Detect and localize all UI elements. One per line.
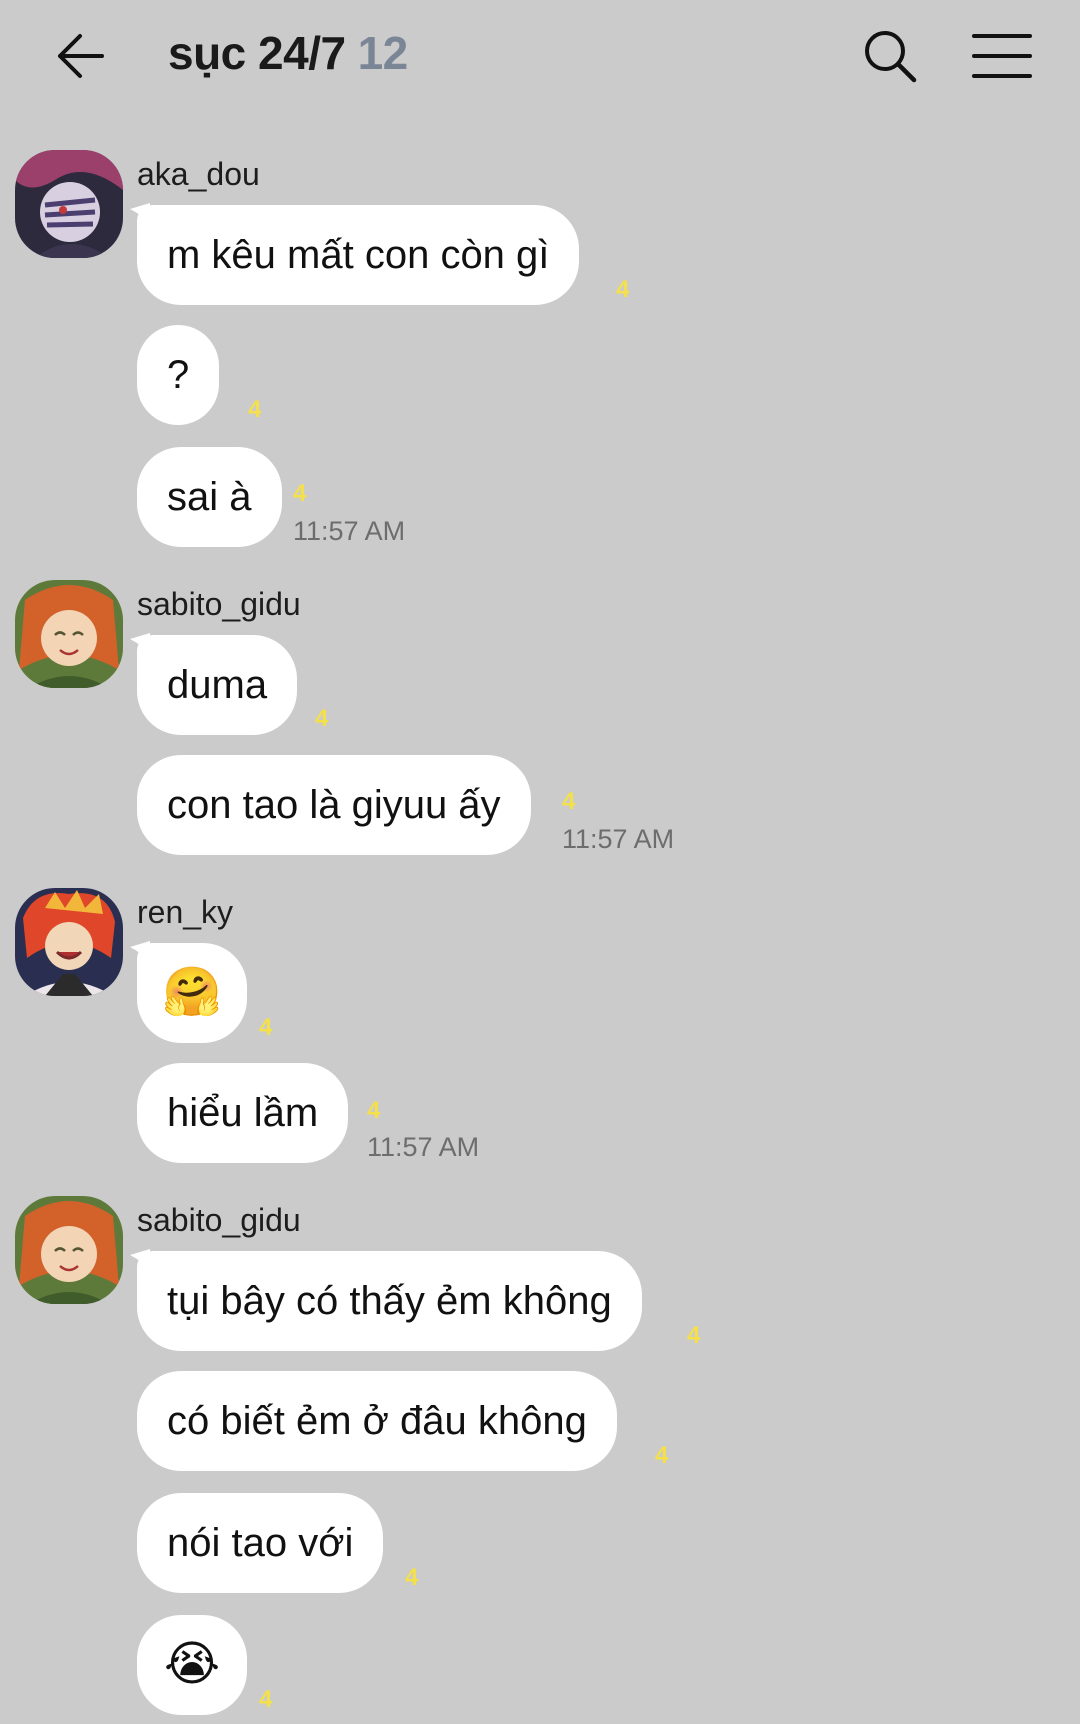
unread-count: 4 bbox=[248, 396, 262, 423]
member-count: 12 bbox=[357, 27, 409, 79]
menu-icon bbox=[972, 34, 1032, 78]
message-bubble[interactable]: có biết ẻm ở đâu không bbox=[137, 1371, 617, 1471]
sender-name: sabito_gidu bbox=[137, 1202, 301, 1238]
message-bubble[interactable]: m kêu mất con còn gì bbox=[137, 205, 580, 305]
search-icon bbox=[865, 31, 917, 83]
search-button[interactable] bbox=[860, 26, 920, 86]
message-time: 11:57 AM bbox=[562, 824, 675, 854]
message-bubble[interactable]: duma bbox=[137, 635, 298, 735]
message-bubble[interactable]: ? bbox=[137, 325, 220, 425]
chat-title: sục 24/7 12 bbox=[168, 26, 408, 80]
message-bubble[interactable]: 🤗 bbox=[137, 943, 247, 1043]
unread-count: 4 bbox=[687, 1322, 701, 1349]
chat-name: sục 24/7 bbox=[168, 27, 346, 79]
message-bubble[interactable]: sai à bbox=[137, 447, 282, 547]
avatar[interactable] bbox=[15, 888, 123, 996]
avatar-image bbox=[15, 150, 123, 258]
unread-count: 4 bbox=[293, 480, 307, 507]
avatar[interactable] bbox=[15, 580, 123, 688]
avatar-image bbox=[15, 1196, 123, 1304]
unread-count: 4 bbox=[315, 705, 329, 732]
sender-name: aka_dou bbox=[137, 156, 260, 192]
unread-count: 4 bbox=[259, 1014, 273, 1041]
unread-count: 4 bbox=[259, 1686, 273, 1713]
avatar-image bbox=[15, 888, 123, 996]
sender-name: ren_ky bbox=[137, 894, 234, 930]
sender-name: sabito_gidu bbox=[137, 586, 301, 622]
avatar[interactable] bbox=[15, 1196, 123, 1304]
unread-count: 4 bbox=[655, 1442, 669, 1469]
message-time: 11:57 AM bbox=[293, 516, 406, 546]
unread-count: 4 bbox=[562, 788, 576, 815]
avatar-image bbox=[15, 580, 123, 688]
unread-count: 4 bbox=[367, 1097, 381, 1124]
message-bubble[interactable]: nói tao với bbox=[137, 1493, 384, 1593]
message-time: 11:57 AM bbox=[367, 1132, 480, 1162]
message-bubble[interactable]: hiểu lầm bbox=[137, 1063, 349, 1163]
unread-count: 4 bbox=[616, 276, 630, 303]
message-bubble[interactable]: con tao là giyuu ấy bbox=[137, 755, 531, 855]
unread-count: 4 bbox=[405, 1564, 419, 1591]
message-bubble[interactable]: 😭 bbox=[137, 1615, 247, 1715]
chat-header: sục 24/7 12 bbox=[0, 0, 1080, 110]
arrow-left-icon bbox=[58, 34, 104, 78]
menu-button[interactable] bbox=[970, 28, 1034, 84]
message-bubble[interactable]: tụi bây có thấy ẻm không bbox=[137, 1251, 642, 1351]
back-button[interactable] bbox=[52, 28, 112, 84]
avatar[interactable] bbox=[15, 150, 123, 258]
